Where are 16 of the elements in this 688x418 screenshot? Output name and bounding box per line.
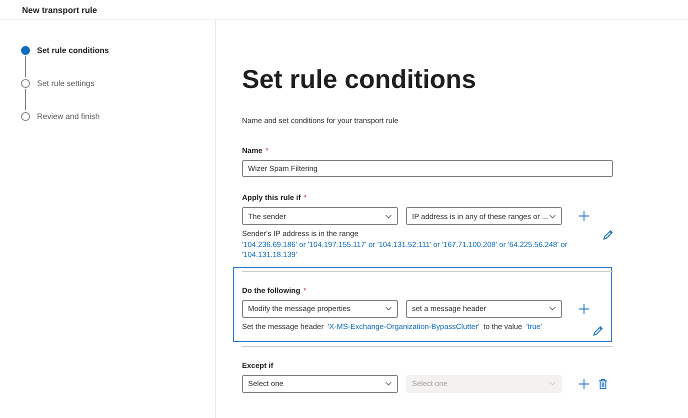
chevron-down-icon[interactable] (385, 381, 392, 386)
delete-icon[interactable] (599, 378, 607, 388)
add-icon[interactable] (579, 304, 589, 314)
chevron-down-icon[interactable] (385, 214, 392, 218)
edit-icon[interactable] (603, 230, 613, 240)
chevron-down-icon[interactable] (549, 214, 556, 218)
chevron-down-icon[interactable] (385, 306, 392, 311)
step-label[interactable]: Set rule conditions (37, 46, 110, 54)
step-label[interactable]: Set rule settings (37, 78, 94, 88)
add-icon[interactable] (579, 211, 589, 221)
chevron-down-icon[interactable] (549, 306, 556, 311)
step-label[interactable]: Review and finish (37, 112, 100, 120)
edit-icon[interactable] (593, 326, 603, 336)
add-icon[interactable] (579, 378, 589, 388)
window-title: New transport rule (22, 4, 98, 14)
page-heading: Set rule conditions (242, 63, 478, 95)
